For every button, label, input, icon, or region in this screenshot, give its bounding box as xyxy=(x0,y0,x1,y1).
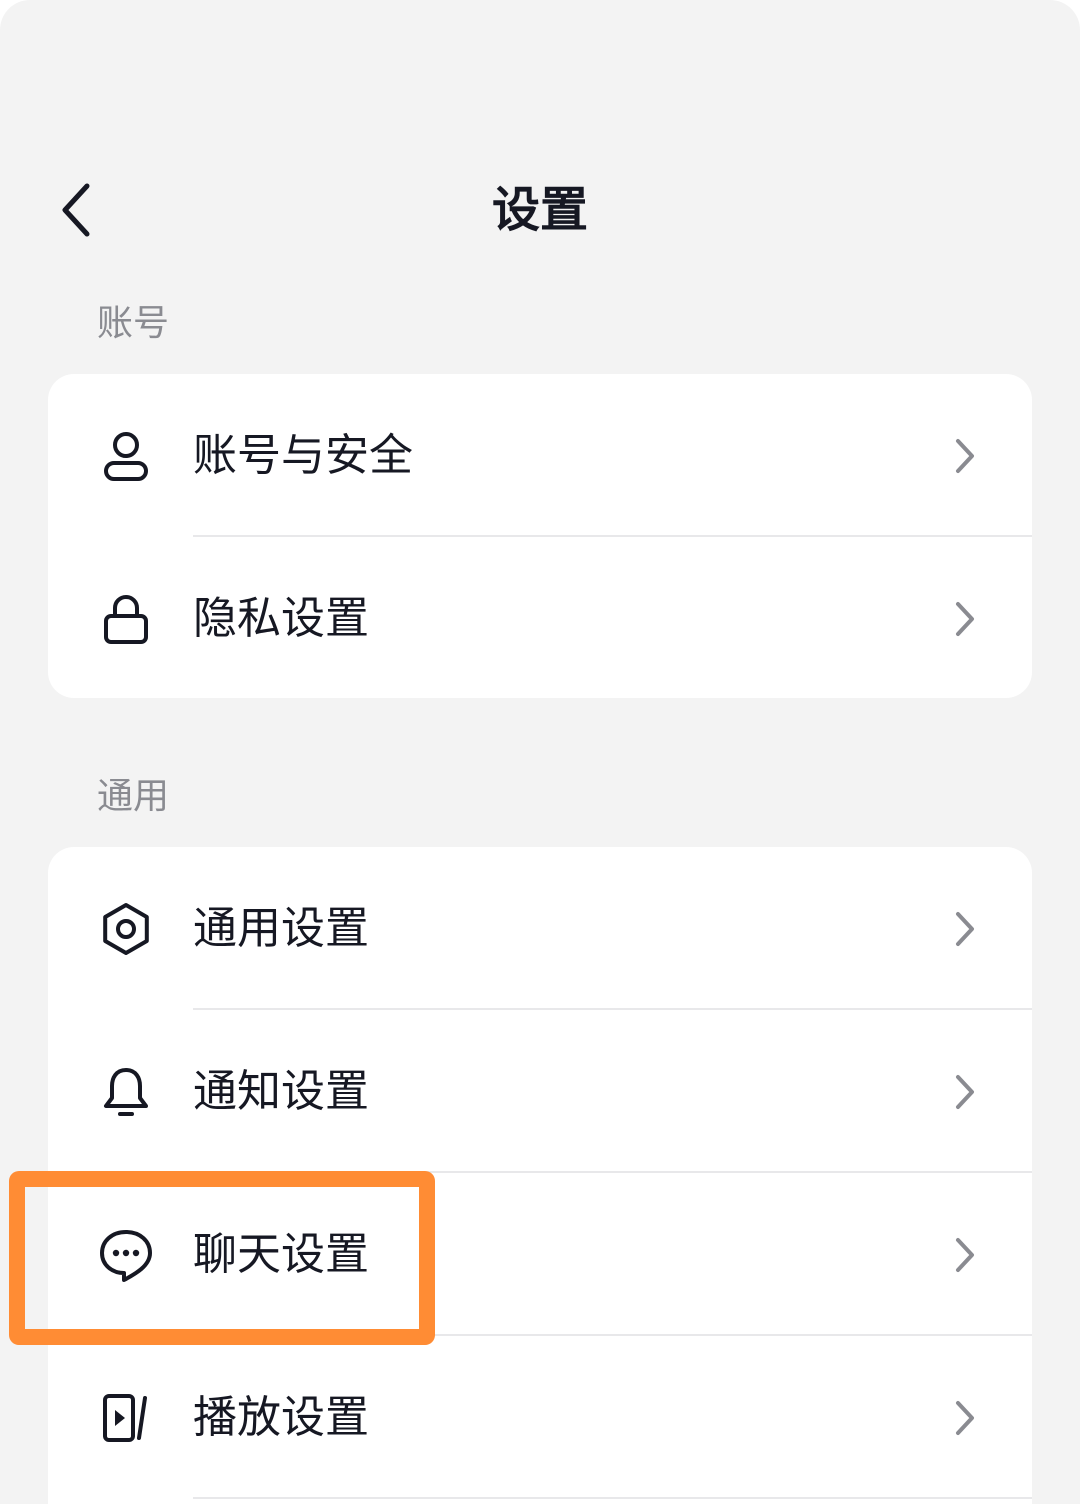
chevron-right-icon xyxy=(950,436,980,476)
row-label: 隐私设置 xyxy=(193,593,369,644)
user-icon xyxy=(96,426,156,486)
row-divider xyxy=(193,1497,1032,1499)
account-settings-card: 账号与安全 隐私设置 xyxy=(48,374,1032,698)
row-label: 账号与安全 xyxy=(193,430,413,481)
gear-icon xyxy=(96,899,156,959)
settings-row-playback[interactable]: 播放设置 xyxy=(48,1336,1032,1499)
back-button[interactable] xyxy=(40,170,110,250)
bell-icon xyxy=(96,1062,156,1122)
row-label: 聊天设置 xyxy=(193,1229,369,1280)
general-settings-card: 通用设置 通知设置 聊天设置 播放设置 xyxy=(48,847,1032,1504)
chat-bubble-icon xyxy=(96,1225,156,1285)
play-screen-icon xyxy=(96,1388,156,1448)
chevron-left-icon xyxy=(62,183,90,237)
page-title: 设置 xyxy=(491,182,588,238)
settings-screen: 设置 账号 账号与安全 隐私设置 通用 通用设置 通知设置 聊天设置 播放设置 xyxy=(0,0,1080,1504)
settings-row-chat[interactable]: 聊天设置 xyxy=(48,1173,1032,1336)
settings-row-account-security[interactable]: 账号与安全 xyxy=(48,374,1032,537)
row-label: 通知设置 xyxy=(193,1066,369,1117)
row-label: 通用设置 xyxy=(193,903,369,954)
settings-row-privacy[interactable]: 隐私设置 xyxy=(48,537,1032,698)
chevron-right-icon xyxy=(950,909,980,949)
lock-icon xyxy=(96,589,156,649)
chevron-right-icon xyxy=(950,1235,980,1275)
row-label: 播放设置 xyxy=(193,1392,369,1443)
settings-row-general[interactable]: 通用设置 xyxy=(48,847,1032,1010)
section-header-general: 通用 xyxy=(97,776,170,817)
section-header-account: 账号 xyxy=(97,303,170,344)
nav-bar: 设置 xyxy=(0,150,1080,270)
chevron-right-icon xyxy=(950,599,980,639)
settings-row-notifications[interactable]: 通知设置 xyxy=(48,1010,1032,1173)
chevron-right-icon xyxy=(950,1072,980,1112)
chevron-right-icon xyxy=(950,1398,980,1438)
